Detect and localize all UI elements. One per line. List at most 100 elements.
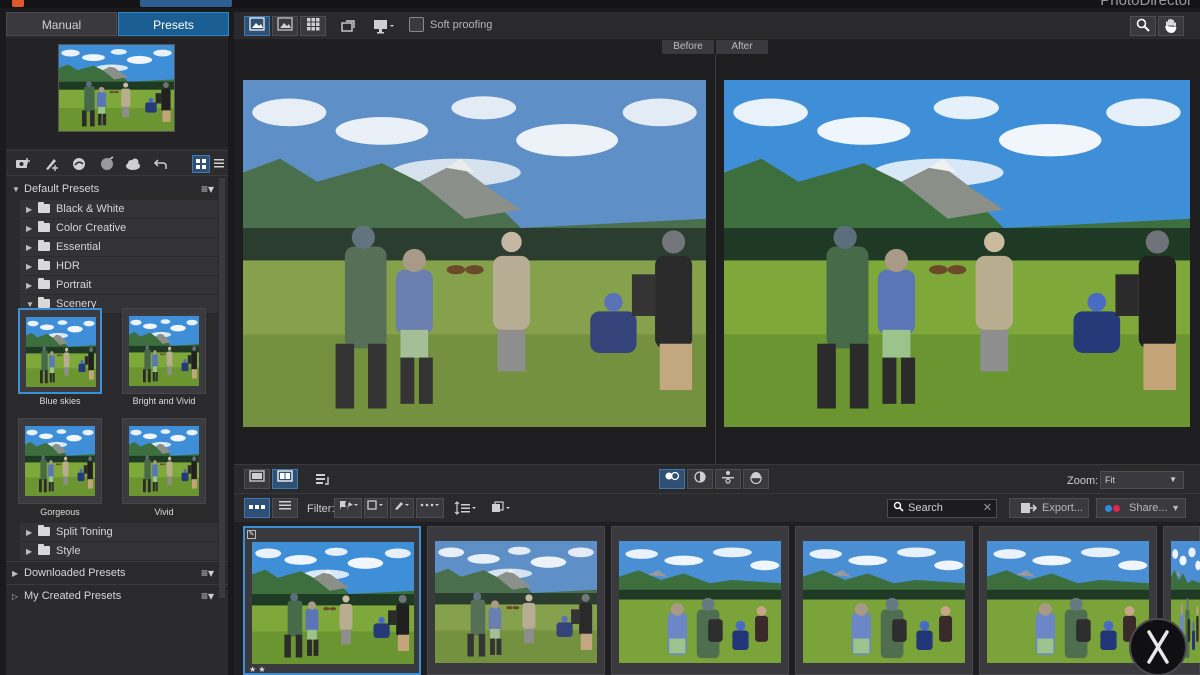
- compare-toolbar: Zoom: Fit ▼: [234, 464, 1200, 494]
- grid-view-icon[interactable]: [192, 155, 210, 173]
- hand-icon: [1165, 18, 1177, 33]
- filmstrip-view-button[interactable]: [244, 498, 270, 518]
- side-by-side-button[interactable]: [272, 469, 298, 489]
- vertical-split-button[interactable]: [715, 469, 741, 489]
- compare-view-button[interactable]: [272, 16, 298, 36]
- download-preset-icon[interactable]: [98, 155, 116, 173]
- list-icon: [279, 501, 291, 510]
- search-icon: [893, 500, 904, 517]
- photo-viewer[interactable]: Before After: [234, 40, 1200, 464]
- tab-manual[interactable]: Manual: [6, 12, 117, 36]
- cloud-icon[interactable]: [124, 155, 142, 173]
- preset-label: Gorgeous: [40, 507, 80, 517]
- share-cloud-icon[interactable]: [70, 155, 88, 173]
- folder-hdr[interactable]: ▶ HDR: [20, 257, 218, 276]
- expand-caret-icon: ▶: [26, 281, 33, 290]
- chevron-down-icon: ▼: [1171, 503, 1180, 513]
- brand-logo-icon: [1147, 630, 1169, 664]
- panel-scrollbar[interactable]: [219, 178, 225, 598]
- rotate-crop-icon[interactable]: [339, 17, 357, 35]
- after-photo: [724, 80, 1190, 427]
- sort-icon[interactable]: [454, 499, 478, 517]
- zoom-label: Zoom:: [1067, 475, 1099, 487]
- section-downloaded-presets[interactable]: ▶ Downloaded Presets ≡▾: [6, 561, 228, 583]
- section-menu-icon[interactable]: ≡▾: [201, 585, 214, 607]
- half-split-button[interactable]: [687, 469, 713, 489]
- active-module-tab[interactable]: [140, 0, 232, 7]
- share-red-dot: [1113, 505, 1120, 512]
- split-vertical-icon: [722, 471, 734, 484]
- folder-color-creative[interactable]: ▶ Color Creative: [20, 219, 218, 238]
- section-default-presets[interactable]: ▼ Default Presets ≡▾: [6, 178, 228, 200]
- film-thumbnail[interactable]: [795, 526, 973, 675]
- import-preset-icon[interactable]: [14, 155, 32, 173]
- list-browser-button[interactable]: [272, 498, 298, 518]
- image-icon: [277, 17, 293, 31]
- folder-style[interactable]: ▶ Style: [20, 542, 218, 561]
- horizontal-split-button[interactable]: [743, 469, 769, 489]
- preset-gorgeous[interactable]: [18, 418, 102, 504]
- edited-badge-icon: ✎: [247, 530, 256, 539]
- export-button[interactable]: Export...: [1009, 498, 1089, 518]
- square-icon: [367, 500, 383, 510]
- single-compare-button[interactable]: [244, 469, 270, 489]
- folder-black-white[interactable]: ▶ Black & White: [20, 200, 218, 219]
- section-menu-icon[interactable]: ≡▾: [201, 178, 214, 200]
- share-button[interactable]: Share... ▼: [1096, 498, 1186, 518]
- zoom-select[interactable]: Fit ▼: [1100, 471, 1184, 489]
- preset-thumbnail: [25, 426, 95, 496]
- folder-icon: [38, 202, 50, 213]
- folder-icon: [38, 259, 50, 270]
- section-my-created-presets[interactable]: ▷ My Created Presets ≡▾: [6, 584, 228, 606]
- film-thumbnail[interactable]: [611, 526, 789, 675]
- expand-caret-icon: ▶: [26, 528, 33, 537]
- star-rating: ★ ★: [249, 665, 266, 674]
- clear-search-icon[interactable]: ✕: [983, 500, 992, 517]
- undo-icon[interactable]: [152, 155, 170, 173]
- pan-tool-button[interactable]: [1158, 16, 1184, 36]
- preview-thumbnail: [58, 44, 175, 132]
- tab-presets[interactable]: Presets: [118, 12, 229, 36]
- search-input[interactable]: Search ✕: [887, 499, 997, 518]
- expand-caret-icon: ▶: [26, 262, 33, 271]
- section-menu-icon[interactable]: ≡▾: [201, 562, 214, 584]
- app-title: PhotoDirector: [1100, 0, 1192, 9]
- swap-icon[interactable]: [314, 471, 332, 489]
- list-view-icon[interactable]: [210, 155, 228, 173]
- folder-icon: [38, 278, 50, 289]
- preset-vivid[interactable]: [122, 418, 206, 504]
- single-view-button[interactable]: [244, 16, 270, 36]
- brush-preset-icon[interactable]: [42, 155, 60, 173]
- flag-filter-button[interactable]: [334, 498, 362, 518]
- before-label: Before: [662, 40, 714, 54]
- folder-portrait[interactable]: ▶ Portrait: [20, 276, 218, 295]
- folder-split-toning[interactable]: ▶ Split Toning: [20, 523, 218, 542]
- film-thumbnail[interactable]: [427, 526, 605, 675]
- top-menu-strip: PhotoDirector: [0, 0, 1200, 9]
- more-dots-icon: [420, 503, 439, 507]
- thumbnail-image: [252, 542, 414, 664]
- before-after-toggle-button[interactable]: [659, 469, 685, 489]
- stack-icon[interactable]: [490, 499, 512, 517]
- monitor-icon[interactable]: [372, 17, 396, 35]
- preset-blue-skies[interactable]: [18, 308, 102, 394]
- more-filter-button[interactable]: [416, 498, 444, 518]
- folder-essential[interactable]: ▶ Essential: [20, 238, 218, 257]
- expand-caret-icon: ▶: [26, 547, 33, 556]
- film-thumbnail[interactable]: ✎ ★ ★: [243, 526, 421, 675]
- edit-filter-button[interactable]: [390, 498, 414, 518]
- soft-proofing-checkbox[interactable]: [409, 17, 424, 32]
- export-icon: [1020, 501, 1038, 521]
- split-horizontal-icon: [750, 472, 762, 485]
- preset-bright-and-vivid[interactable]: [122, 308, 206, 394]
- shape-filter-button[interactable]: [364, 498, 388, 518]
- folder-icon: [38, 544, 50, 555]
- preset-label: Bright and Vivid: [132, 396, 196, 406]
- grid-browser-button[interactable]: [300, 16, 326, 36]
- folder-icon: [38, 240, 50, 251]
- folder-icon: [38, 221, 50, 232]
- preset-label: Blue skies: [39, 396, 81, 406]
- zoom-tool-button[interactable]: [1130, 16, 1156, 36]
- side-by-side-icon: [277, 470, 293, 482]
- presets-panel: Manual Presets ▼ Default Presets ≡▾ ▶ Bl…: [6, 12, 229, 675]
